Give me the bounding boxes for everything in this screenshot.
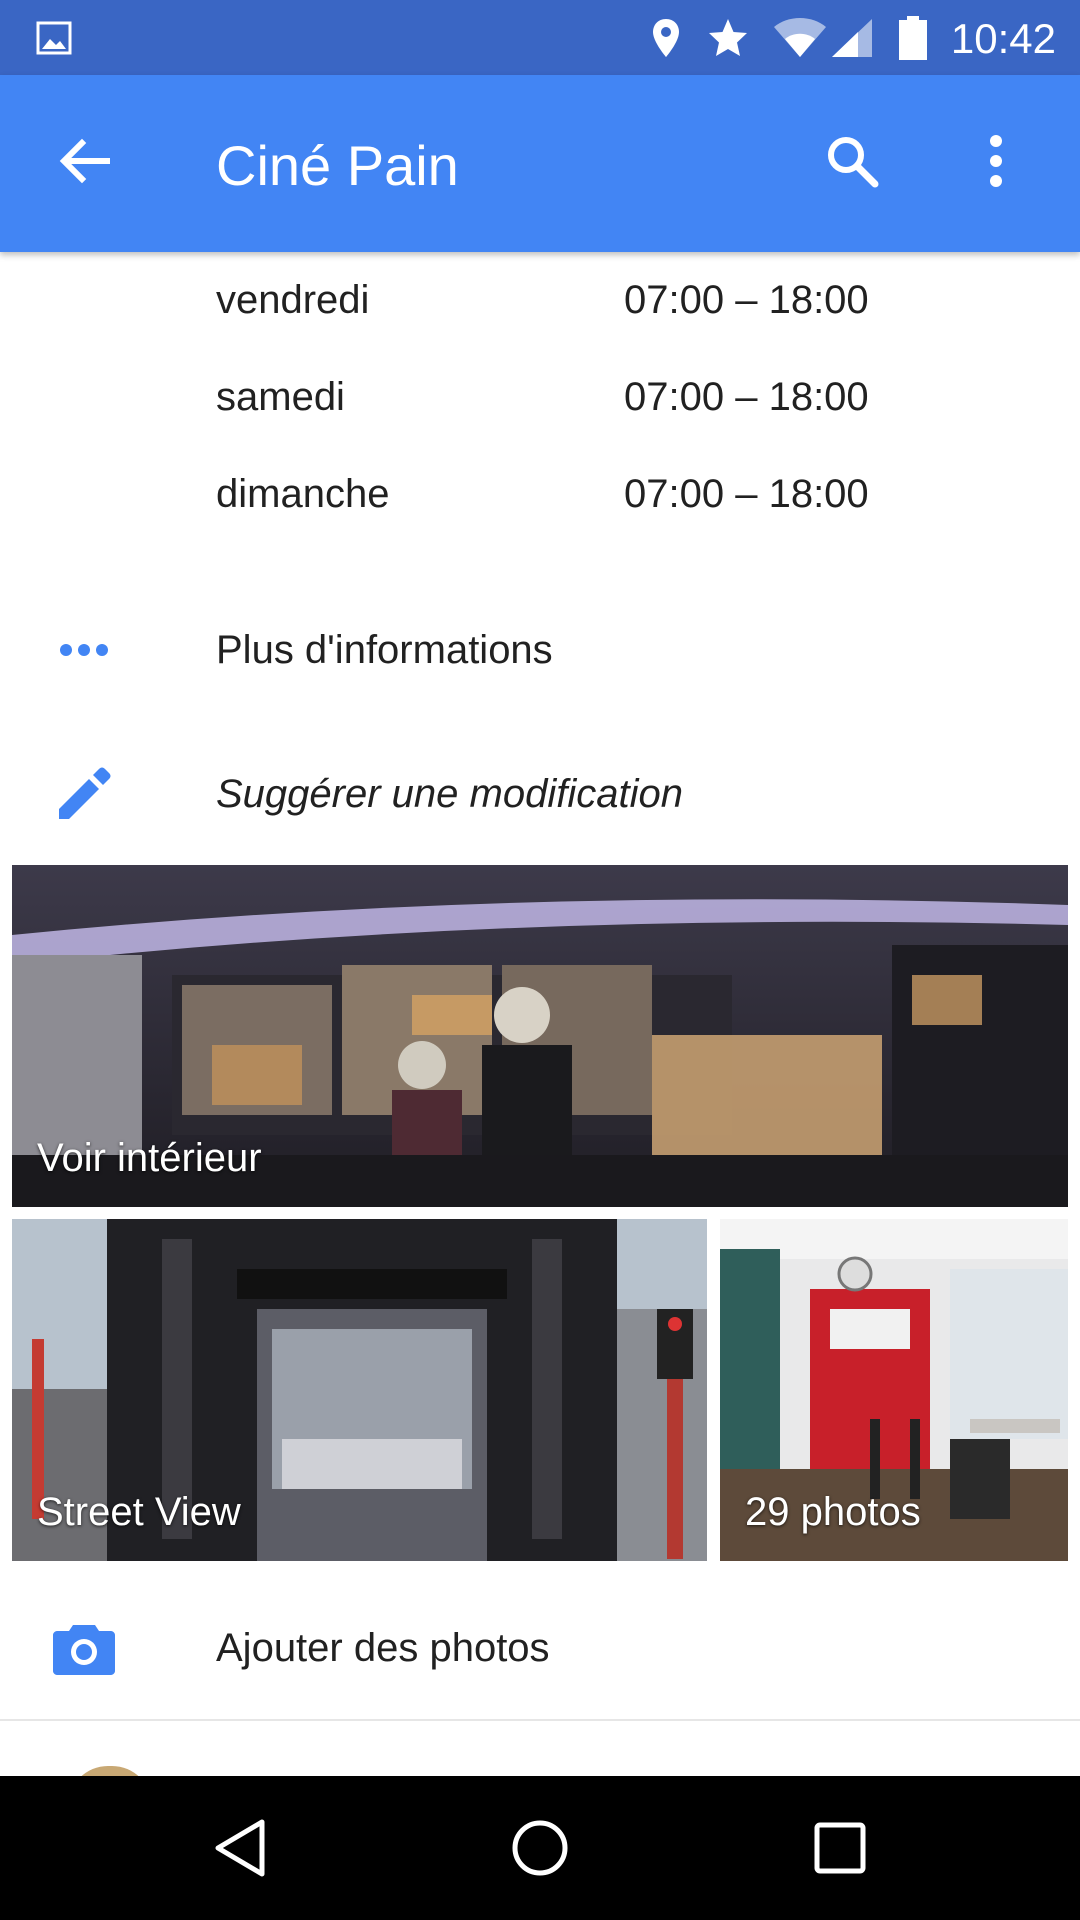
- more-horiz-icon: [52, 580, 116, 720]
- star-icon: [706, 0, 750, 75]
- suggest-edit-row[interactable]: Suggérer une modification: [0, 724, 1080, 864]
- back-triangle-icon[interactable]: [180, 1776, 300, 1920]
- add-photos-label: Ajouter des photos: [216, 1626, 550, 1670]
- location-pin-icon: [650, 0, 682, 75]
- status-bar: 10:42: [0, 0, 1080, 75]
- cell-signal-icon: [830, 0, 874, 75]
- hours-day: samedi: [216, 375, 345, 419]
- interior-photo[interactable]: Voir intérieur: [12, 865, 1068, 1207]
- more-info-label: Plus d'informations: [216, 628, 553, 672]
- hours-day: vendredi: [216, 278, 370, 322]
- divider: [0, 1719, 1080, 1721]
- camera-icon: [52, 1578, 116, 1718]
- gallery-caption: 29 photos: [745, 1490, 921, 1534]
- hours-row: samedi 07:00 – 18:00: [0, 349, 1080, 446]
- street-view-caption: Street View: [37, 1490, 241, 1534]
- hours-day: dimanche: [216, 472, 390, 516]
- wifi-icon: [772, 0, 828, 75]
- recents-square-icon[interactable]: [780, 1776, 900, 1920]
- pencil-icon: [52, 724, 116, 864]
- back-arrow-icon[interactable]: [48, 125, 120, 197]
- clock: 10:42: [950, 15, 1056, 62]
- system-nav-bar: [0, 1776, 1080, 1920]
- suggest-edit-label: Suggérer une modification: [216, 772, 683, 816]
- app-bar: Ciné Pain: [0, 75, 1080, 252]
- hours-range: 07:00 – 18:00: [624, 375, 869, 419]
- more-info-row[interactable]: Plus d'informations: [0, 580, 1080, 720]
- image-icon: [36, 0, 72, 75]
- hours-range: 07:00 – 18:00: [624, 472, 869, 516]
- hours-row: dimanche 07:00 – 18:00: [0, 446, 1080, 543]
- street-view-photo[interactable]: Street View: [12, 1219, 707, 1561]
- search-icon[interactable]: [816, 125, 888, 197]
- gallery-photo[interactable]: 29 photos: [720, 1219, 1068, 1561]
- hours-range: 07:00 – 18:00: [624, 278, 869, 322]
- battery-icon: [898, 0, 928, 75]
- interior-caption: Voir intérieur: [37, 1136, 262, 1180]
- hours-row: vendredi 07:00 – 18:00: [0, 252, 1080, 349]
- add-photos-row[interactable]: Ajouter des photos: [0, 1578, 1080, 1718]
- more-vert-icon[interactable]: [960, 125, 1032, 197]
- home-circle-icon[interactable]: [480, 1776, 600, 1920]
- page-title: Ciné Pain: [216, 134, 459, 197]
